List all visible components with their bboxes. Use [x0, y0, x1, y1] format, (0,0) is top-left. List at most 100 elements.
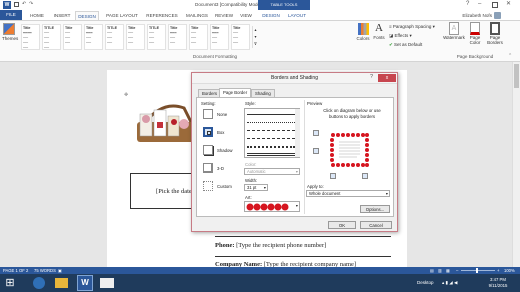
style-gallery-item[interactable]: Title ━━━ ── ──: [84, 24, 103, 50]
save-icon[interactable]: [14, 2, 19, 7]
app-taskbar-icon[interactable]: [100, 278, 114, 288]
tab-home[interactable]: HOME: [25, 11, 49, 20]
color-select[interactable]: Automatic ▾: [244, 168, 300, 175]
dialog-close-icon[interactable]: x: [378, 74, 396, 82]
style-gallery-item[interactable]: TITLE ── ── ── ──: [42, 24, 61, 50]
style-gallery-item[interactable]: Title ━━━━ ── ── ──: [21, 24, 40, 50]
setting-3d[interactable]: 3-D: [217, 166, 224, 171]
zoom-out-icon[interactable]: –: [456, 268, 458, 273]
line-style-list[interactable]: [244, 108, 300, 158]
line-style-item[interactable]: [247, 138, 295, 139]
setting-shadow-icon[interactable]: [203, 145, 213, 155]
zoom-level[interactable]: 100%: [504, 268, 515, 273]
undo-icon[interactable]: ↶: [22, 1, 26, 7]
bottom-border-button[interactable]: [313, 148, 319, 154]
set-as-default-button[interactable]: ✔ Set as Default: [389, 42, 422, 48]
avatar[interactable]: [494, 12, 501, 19]
dialog-help-icon[interactable]: ?: [370, 74, 373, 80]
tab-page-layout[interactable]: PAGE LAYOUT: [102, 11, 142, 20]
style-gallery-item[interactable]: Title ━━━ ── ──: [168, 24, 187, 50]
tab-review[interactable]: REVIEW: [212, 11, 236, 20]
zoom-slider[interactable]: [461, 270, 495, 271]
internet-explorer-icon[interactable]: [33, 277, 45, 289]
art-select[interactable]: ▾: [244, 201, 300, 212]
zoom-slider-thumb[interactable]: [476, 268, 478, 273]
options-button[interactable]: Options...: [360, 205, 390, 213]
top-border-button[interactable]: [313, 130, 319, 136]
vertical-scrollbar[interactable]: [512, 62, 520, 267]
style-gallery-item[interactable]: Title ── ── ──: [126, 24, 145, 50]
style-gallery-item[interactable]: Title ━━━ ── ──: [210, 24, 229, 50]
effects-button[interactable]: ◪ Effects ▾: [389, 33, 412, 39]
tab-file[interactable]: FILE: [0, 10, 22, 20]
width-select[interactable]: 31 pt ▾: [244, 184, 268, 191]
setting-shadow[interactable]: Shadow: [217, 148, 233, 153]
tab-insert[interactable]: INSERT: [51, 11, 73, 20]
clock-date[interactable]: 9/11/2015: [486, 283, 510, 288]
style-gallery-item[interactable]: Title ── ── ──: [231, 24, 250, 50]
colors-button[interactable]: Colors: [356, 23, 370, 41]
zoom-in-icon[interactable]: +: [497, 268, 499, 273]
setting-box[interactable]: Box: [217, 130, 224, 135]
phone-placeholder[interactable]: [Type the recipient phone number]: [236, 242, 326, 249]
style-gallery-item[interactable]: Title ── ── ──: [63, 24, 82, 50]
close-window-icon[interactable]: ✕: [506, 0, 511, 7]
page-borders-button[interactable]: Page Borders: [486, 22, 504, 45]
web-layout-icon[interactable]: ▦: [446, 268, 450, 273]
style-gallery-item[interactable]: TITLE ── ── ──: [105, 24, 124, 50]
maximize-icon[interactable]: [492, 2, 498, 8]
tab-references[interactable]: REFERENCES: [143, 11, 181, 20]
proofing-icon[interactable]: ▣: [58, 268, 62, 273]
file-explorer-icon[interactable]: [55, 278, 68, 288]
right-border-button[interactable]: [362, 173, 368, 179]
left-border-button[interactable]: [330, 173, 336, 179]
tab-design[interactable]: DESIGN: [75, 11, 99, 20]
collapse-ribbon-icon[interactable]: ⌃: [508, 53, 512, 59]
line-style-item[interactable]: [247, 122, 295, 123]
line-style-item[interactable]: [247, 153, 295, 156]
apply-to-select[interactable]: Whole document ▾: [306, 190, 390, 197]
style-gallery-item[interactable]: Title ── ── ──: [189, 24, 208, 50]
tray-icons[interactable]: ▴ ▮ ◢ ◀: [442, 280, 457, 286]
tab-mailings[interactable]: MAILINGS: [182, 11, 212, 20]
help-icon[interactable]: ?: [466, 1, 469, 7]
clock-time[interactable]: 3:47 PM: [486, 277, 510, 282]
watermark-button[interactable]: A Watermark: [443, 22, 465, 40]
themes-button[interactable]: Themes: [2, 23, 18, 41]
paragraph-spacing-button[interactable]: ≡ Paragraph Spacing ▾: [389, 24, 435, 30]
setting-box-icon[interactable]: [203, 127, 213, 137]
scrollbar-thumb[interactable]: [514, 64, 519, 88]
setting-3d-icon[interactable]: [203, 163, 213, 173]
ok-button[interactable]: OK: [328, 221, 356, 229]
minimize-icon[interactable]: –: [478, 1, 481, 7]
word-taskbar-icon[interactable]: W: [77, 275, 93, 291]
line-style-item[interactable]: [247, 146, 295, 148]
page-count[interactable]: PAGE 1 OF 2: [3, 268, 28, 273]
word-logo-icon[interactable]: W: [3, 1, 11, 9]
style-gallery-item[interactable]: TITLE ── ── ──: [147, 24, 166, 50]
line-style-item[interactable]: [247, 114, 295, 115]
setting-custom[interactable]: Custom: [217, 184, 232, 189]
tab-page-border[interactable]: Page Border: [219, 88, 252, 97]
preview-diagram[interactable]: [327, 130, 372, 170]
redo-icon[interactable]: ↷: [29, 1, 33, 7]
read-mode-icon[interactable]: ▤: [430, 268, 434, 273]
cancel-button[interactable]: Cancel: [360, 221, 392, 229]
user-name[interactable]: Elizabeth Nofs: [452, 11, 492, 20]
tab-view[interactable]: VIEW: [236, 11, 256, 20]
page-color-button[interactable]: Page Color: [466, 22, 484, 45]
tab-borders[interactable]: Borders: [198, 89, 222, 97]
style-scrollbar[interactable]: [295, 109, 300, 157]
setting-none-icon[interactable]: [203, 109, 213, 119]
desktop-label[interactable]: Desktop: [417, 280, 434, 285]
line-style-item[interactable]: [247, 130, 295, 131]
setting-custom-icon[interactable]: [203, 181, 213, 191]
start-icon[interactable]: ⊞: [3, 276, 17, 290]
word-count[interactable]: 75 WORDS: [34, 268, 56, 273]
fonts-button[interactable]: A Fonts: [372, 22, 386, 40]
table-move-handle-icon[interactable]: ✥: [124, 92, 128, 98]
gallery-more-icon[interactable]: ▴ ▾ ⊽: [252, 26, 258, 48]
tab-table-layout[interactable]: LAYOUT: [284, 11, 310, 20]
tab-table-design[interactable]: DESIGN: [259, 11, 283, 20]
tab-shading[interactable]: Shading: [251, 89, 275, 97]
